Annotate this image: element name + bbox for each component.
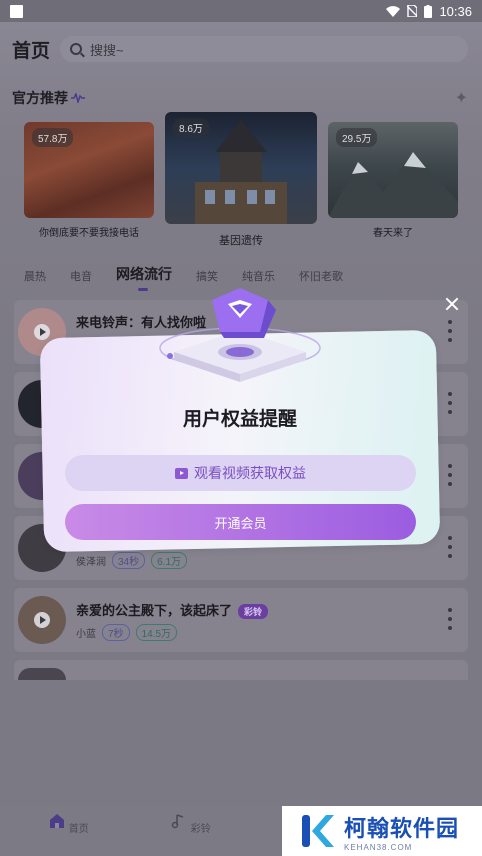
wifi-icon xyxy=(386,5,401,17)
open-vip-button[interactable]: 开通会员 xyxy=(65,504,416,540)
song-meta: 侯泽润 34秒 6.1万 xyxy=(76,552,188,569)
video-icon xyxy=(175,467,188,479)
play-count: 57.8万 xyxy=(32,128,74,147)
close-icon[interactable] xyxy=(442,294,462,314)
status-bar: 10:36 xyxy=(0,0,482,22)
section-title-text: 官方推荐 xyxy=(12,90,68,106)
tab-active[interactable]: 网络流行 xyxy=(116,264,172,291)
nav-ringtone-label: 彩铃 xyxy=(190,824,211,835)
artist: 小蓝 xyxy=(76,629,96,640)
home-icon xyxy=(50,814,64,828)
music-note-icon xyxy=(171,814,184,829)
modal-title: 用户权益提醒 xyxy=(182,409,297,430)
recommend-card-2[interactable]: 8.6万 xyxy=(165,112,317,224)
more-icon[interactable] xyxy=(448,320,452,342)
kehan-logo-icon xyxy=(302,815,334,847)
nav-home[interactable]: 首页 xyxy=(48,812,89,835)
recommend-card-3[interactable]: 29.5万 xyxy=(328,122,458,218)
more-icon[interactable] xyxy=(448,464,452,486)
song-meta: 小蓝 7秒 14.5万 xyxy=(76,624,178,641)
open-vip-label: 开通会员 xyxy=(214,515,267,531)
search-input[interactable]: 搜搜~ xyxy=(60,36,468,62)
play-icon[interactable] xyxy=(34,612,50,628)
tab-1[interactable]: 晨热 xyxy=(24,268,46,284)
avatar xyxy=(18,596,66,644)
nav-home-label: 首页 xyxy=(68,824,89,835)
card-label-1: 你倒底要不要我接电话 xyxy=(39,228,139,239)
watermark-domain: KEHAN38.COM xyxy=(344,842,413,852)
watch-video-button[interactable]: 观看视频获取权益 xyxy=(65,455,416,491)
search-placeholder: 搜搜~ xyxy=(90,42,124,58)
duration-chip: 7秒 xyxy=(102,624,130,641)
section-title: 官方推荐 xyxy=(12,88,85,108)
recommend-cards: 57.8万 8.6万 29.5万 你倒底要不要我接电话 基因遗传 春天来了 xyxy=(0,110,482,247)
duration-chip: 34秒 xyxy=(112,552,146,569)
watermark-name: 柯翰软件园 xyxy=(344,815,460,841)
category-tabs: 晨热 电音 网络流行 搞笑 纯音乐 怀旧老歌 xyxy=(24,264,367,291)
more-icon[interactable] xyxy=(448,392,452,414)
sparkle-icon: ✦ xyxy=(454,90,468,107)
artist: 侯泽润 xyxy=(76,557,106,568)
watermark-logo: 柯翰软件园 KEHAN38.COM xyxy=(282,806,482,856)
more-icon[interactable] xyxy=(448,608,452,630)
search-icon xyxy=(70,43,82,55)
card-label-3: 春天来了 xyxy=(373,228,413,239)
page-title: 首页 xyxy=(12,41,51,62)
vip-gem-illustration xyxy=(159,288,321,382)
notification-icon xyxy=(10,4,23,18)
song-name-text: 亲爱的公主殿下，该起床了 xyxy=(76,603,233,618)
list-item[interactable]: 亲爱的公主殿下，该起床了 彩铃 小蓝 7秒 14.5万 xyxy=(14,588,468,652)
ringtone-badge: 彩铃 xyxy=(238,604,269,620)
battery-icon xyxy=(424,4,433,18)
plays-chip: 14.5万 xyxy=(135,624,178,641)
card-label-2: 基因遗传 xyxy=(219,235,263,247)
play-count: 8.6万 xyxy=(173,118,209,137)
recommend-card-1[interactable]: 57.8万 xyxy=(24,122,154,218)
nav-ringtone[interactable]: 彩铃 xyxy=(170,812,211,835)
plays-chip: 6.1万 xyxy=(151,552,188,569)
status-time: 10:36 xyxy=(439,3,472,19)
tab-2[interactable]: 电音 xyxy=(70,268,92,284)
header: 首页 xyxy=(12,36,50,63)
watch-video-label: 观看视频获取权益 xyxy=(194,465,306,481)
no-sim-icon xyxy=(407,5,418,17)
list-item[interactable] xyxy=(14,660,468,680)
avatar xyxy=(18,668,66,680)
wave-icon xyxy=(71,93,85,103)
more-icon[interactable] xyxy=(448,536,452,558)
play-count: 29.5万 xyxy=(336,128,378,147)
song-name: 亲爱的公主殿下，该起床了 彩铃 xyxy=(76,600,269,620)
